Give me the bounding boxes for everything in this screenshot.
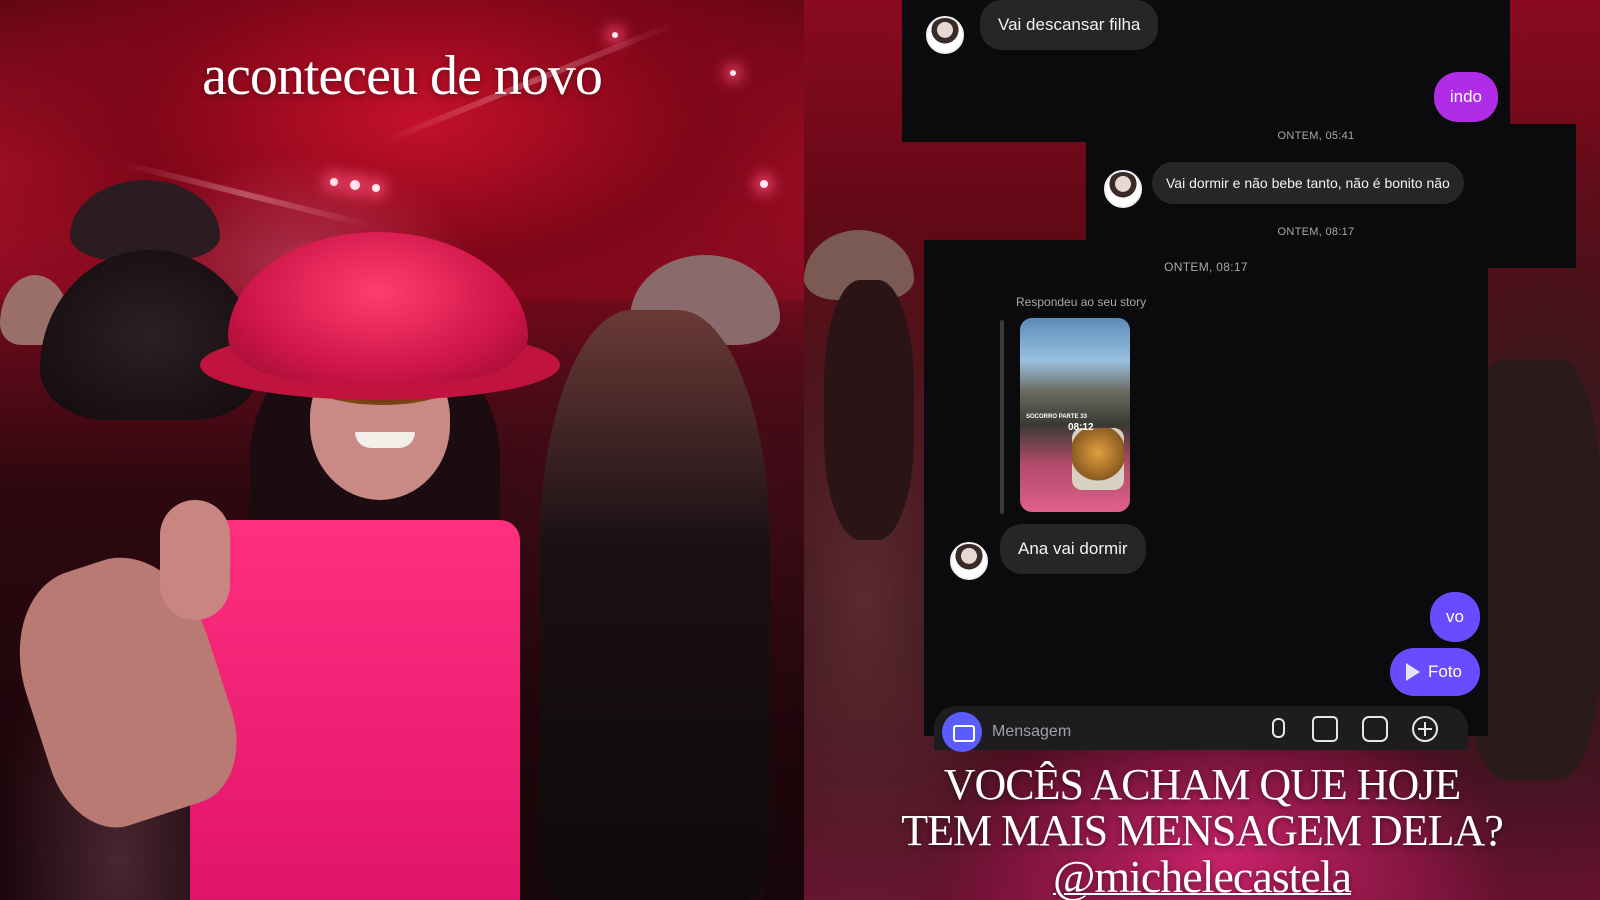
story-thumbnail-caption: SOCORRO PARTE 33	[1026, 414, 1087, 420]
stage-light	[372, 184, 380, 192]
right-story-panel: Vai descansar filha indo ONTEM, 05:41 Va…	[804, 0, 1600, 900]
reply-indicator-line	[1000, 320, 1004, 514]
caption-line-2: TEM MAIS MENSAGEM DELA?	[901, 806, 1504, 855]
story-headline: aconteceu de novo	[202, 45, 603, 107]
stage-light	[350, 180, 360, 190]
story-thumbnail-clock: 08:12	[1068, 422, 1094, 433]
contact-avatar[interactable]	[926, 16, 964, 54]
stage-light	[330, 178, 338, 186]
contact-avatar[interactable]	[1104, 170, 1142, 208]
sticker-icon[interactable]	[1362, 716, 1388, 742]
thumbs-up-hand	[160, 500, 230, 620]
story-reply-note: Respondeu ao seu story	[1016, 295, 1147, 309]
photo-message-label: Foto	[1427, 662, 1462, 681]
left-story-panel: aconteceu de novo	[0, 0, 804, 900]
person-left	[824, 280, 914, 540]
chat-card-top: Vai descansar filha indo	[902, 0, 1510, 142]
play-icon	[1405, 662, 1420, 681]
chat-card-bottom: ONTEM, 08:17 Respondeu ao seu story SOCO…	[924, 240, 1488, 736]
message-composer	[934, 706, 1468, 752]
food-plate	[1072, 428, 1124, 490]
person-right	[540, 310, 770, 900]
profile-handle-link[interactable]: @michelecastela	[804, 854, 1600, 900]
story-caption: VOCÊS ACHAM QUE HOJE TEM MAIS MENSAGEM D…	[804, 762, 1600, 900]
plus-icon[interactable]	[1412, 716, 1438, 742]
outgoing-message[interactable]: vo	[1430, 592, 1480, 642]
camera-icon[interactable]	[942, 712, 982, 752]
incoming-message[interactable]: Vai dormir e não bebe tanto, não é bonit…	[1152, 162, 1464, 204]
message-timestamp: ONTEM, 05:41	[1277, 130, 1355, 142]
incoming-message[interactable]: Vai descansar filha	[980, 0, 1159, 50]
caption-line-1: VOCÊS ACHAM QUE HOJE	[943, 760, 1462, 809]
gallery-icon[interactable]	[1312, 716, 1338, 742]
message-timestamp: ONTEM, 08:17	[1277, 226, 1355, 238]
message-input[interactable]	[992, 714, 1232, 750]
photo-message[interactable]: Foto	[1389, 648, 1480, 696]
pink-vest	[190, 520, 520, 900]
stage-light	[612, 32, 618, 38]
smile	[355, 432, 415, 448]
microphone-icon[interactable]	[1264, 716, 1290, 742]
message-timestamp: ONTEM, 08:17	[1164, 260, 1248, 274]
contact-avatar[interactable]	[950, 542, 988, 580]
stage-light	[760, 180, 768, 188]
incoming-message[interactable]: Ana vai dormir	[1000, 524, 1146, 574]
outgoing-message[interactable]: indo	[1433, 72, 1498, 122]
story-thumbnail[interactable]: SOCORRO PARTE 33 08:12	[1020, 318, 1130, 512]
